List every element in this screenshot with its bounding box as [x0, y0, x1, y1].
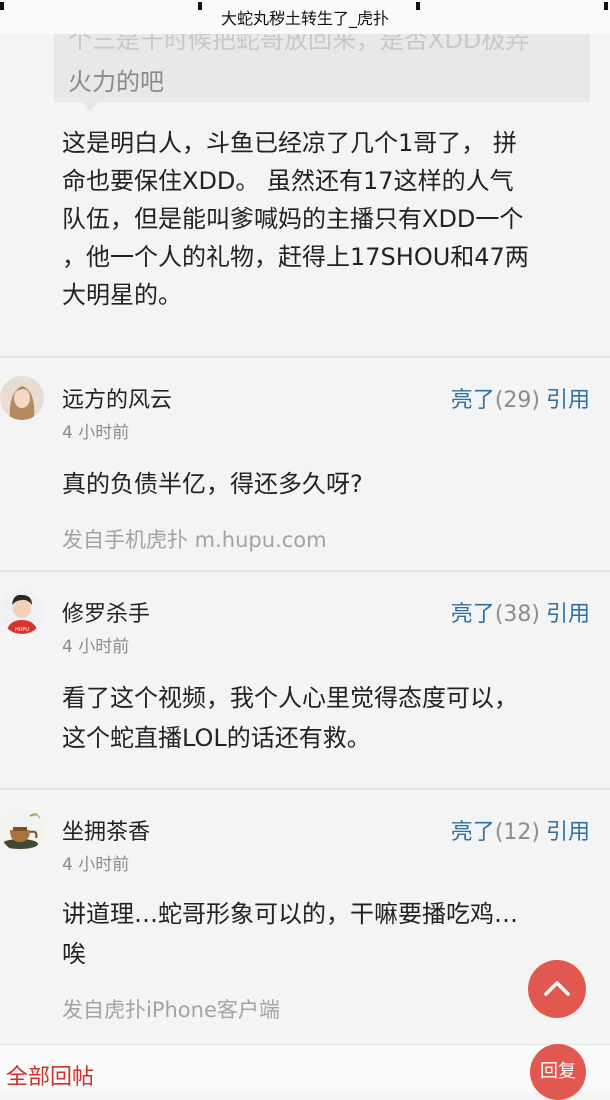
post-source: 发自手机虎扑 m.hupu.com: [62, 528, 327, 552]
quote-button[interactable]: 引用: [546, 820, 590, 845]
avatar[interactable]: HUPU: [0, 590, 44, 634]
reply-actions: 亮了(29) 引用: [451, 382, 590, 414]
quote-button[interactable]: 引用: [546, 602, 590, 627]
reply-line: 讲道理…蛇哥形象可以的，干嘛要播吃鸡…: [62, 900, 518, 928]
quoted-post-text: 火力的吧: [68, 68, 164, 96]
reply-line: 看了这个视频，我个人心里觉得态度可以，: [62, 684, 518, 712]
username[interactable]: 远方的风云: [62, 382, 172, 414]
reply-content: 真的负债半亿，得还多久呀?: [62, 464, 582, 504]
quote-pointer: [80, 100, 100, 112]
reply-content: 讲道理…蛇哥形象可以的，干嘛要播吃鸡… 唉: [62, 894, 582, 974]
chevron-up-icon: [544, 981, 570, 996]
light-up-button[interactable]: 亮了: [451, 602, 495, 627]
light-count: (12): [494, 820, 540, 845]
light-count: (38): [494, 602, 540, 627]
main-reply-line: 这是明白人，斗鱼已经凉了几个1哥了， 拼: [62, 129, 517, 157]
main-reply-line: 队伍，但是能叫爹喊妈的主播只有XDD一个: [62, 205, 524, 233]
main-reply-line: ，他一个人的礼物，赶得上17SHOU和47两: [62, 243, 529, 271]
main-reply-content: 这是明白人，斗鱼已经凉了几个1哥了， 拼 命也要保住XDD。 虽然还有17这样的…: [62, 124, 582, 314]
main-reply-line: 命也要保住XDD。 虽然还有17这样的人气: [62, 167, 514, 195]
post-time: 4 小时前: [62, 423, 130, 443]
avatar-badge-text: HUPU: [15, 627, 29, 633]
divider: [0, 570, 610, 572]
reply-actions: 亮了(12) 引用: [451, 814, 590, 846]
page-title: 大蛇丸秽土转生了_虎扑: [220, 9, 389, 28]
scroll-top-button[interactable]: [528, 960, 586, 1018]
bottom-bar: 全部回帖: [0, 1044, 610, 1093]
quote-button[interactable]: 引用: [546, 388, 590, 413]
post-source: 发自虎扑iPhone客户端: [62, 998, 280, 1022]
divider: [0, 356, 610, 358]
title-bar: 大蛇丸秽土转生了_虎扑: [0, 0, 610, 34]
light-count: (29): [494, 388, 540, 413]
reply-line: 唉: [62, 940, 86, 968]
username[interactable]: 坐拥茶香: [62, 814, 150, 846]
reply-line: 真的负债半亿，得还多久呀?: [62, 470, 363, 498]
avatar[interactable]: [0, 808, 44, 852]
username[interactable]: 修罗杀手: [62, 596, 150, 628]
main-reply-line: 大明星的。: [62, 281, 182, 309]
reply-content: 看了这个视频，我个人心里觉得态度可以， 这个蛇直播LOL的话还有救。: [62, 678, 582, 758]
divider: [0, 788, 610, 790]
reply-line: 这个蛇直播LOL的话还有救。: [62, 724, 371, 752]
post-time: 4 小时前: [62, 855, 130, 875]
light-up-button[interactable]: 亮了: [451, 388, 495, 413]
avatar[interactable]: [0, 376, 44, 420]
all-posts-link[interactable]: 全部回帖: [6, 1059, 94, 1091]
post-time: 4 小时前: [62, 637, 130, 657]
light-up-button[interactable]: 亮了: [451, 820, 495, 845]
reply-actions: 亮了(38) 引用: [451, 596, 590, 628]
